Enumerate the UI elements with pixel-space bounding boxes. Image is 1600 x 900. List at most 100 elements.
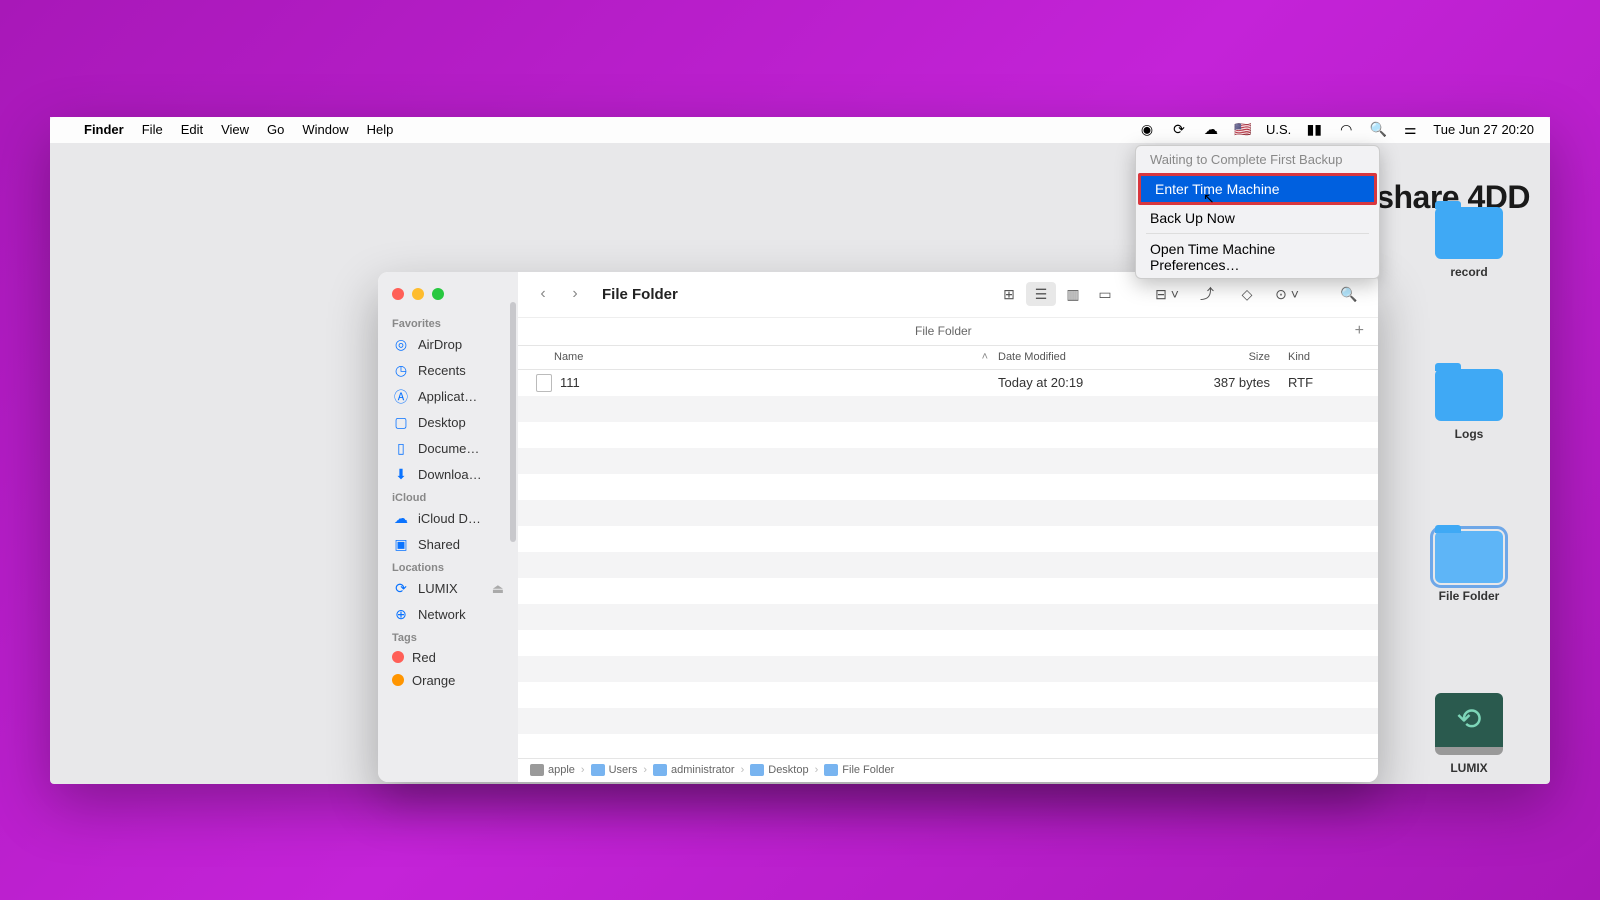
tm-enter-time-machine[interactable]: Enter Time Machine <box>1138 173 1377 205</box>
column-size[interactable]: Size <box>1188 351 1288 363</box>
path-seg-apple[interactable]: apple <box>530 764 575 776</box>
menubar: Finder File Edit View Go Window Help ◉ ⟳… <box>50 117 1550 143</box>
forward-button[interactable]: › <box>564 283 586 305</box>
path-seg-filefolder[interactable]: File Folder <box>824 764 894 776</box>
back-button[interactable]: ‹ <box>532 283 554 305</box>
window-title: File Folder <box>602 286 678 303</box>
sidebar-lumix[interactable]: ⟳LUMIX⏏ <box>378 576 518 602</box>
sidebar-airdrop[interactable]: ◎AirDrop <box>378 332 518 358</box>
control-center-icon[interactable]: ⚌ <box>1401 121 1419 139</box>
shared-icon: ▣ <box>392 536 410 554</box>
group-button[interactable]: ⊟ ˅ <box>1152 282 1182 306</box>
sidebar-network[interactable]: ⊕Network <box>378 602 518 628</box>
tm-status-text: Waiting to Complete First Backup <box>1136 146 1379 173</box>
path-bar: apple › Users › administrator › Desktop … <box>518 758 1378 782</box>
finder-tab-bar: File Folder + <box>518 318 1378 346</box>
time-machine-menubar-icon[interactable]: ⟳ <box>1170 121 1188 139</box>
desktop-folder-record[interactable]: record <box>1424 207 1514 279</box>
tag-dot-icon <box>392 651 404 663</box>
sidebar-icloud-drive[interactable]: ☁iCloud D… <box>378 506 518 532</box>
menu-view[interactable]: View <box>221 122 249 137</box>
sidebar-documents[interactable]: ▯ Docume… <box>378 436 518 462</box>
sidebar-desktop[interactable]: ▢Desktop <box>378 410 518 436</box>
tag-dot-icon <box>392 674 404 686</box>
menu-help[interactable]: Help <box>367 122 394 137</box>
document-icon: ▯ <box>392 440 410 458</box>
input-source-icon[interactable]: 🇺🇸 <box>1234 121 1252 139</box>
icon-view-button[interactable]: ⊞ <box>994 282 1024 306</box>
column-name[interactable]: Name <box>518 351 982 363</box>
desktop-folder-filefolder[interactable]: File Folder <box>1424 531 1514 603</box>
sidebar-label: Applicat… <box>418 389 477 404</box>
path-seg-users[interactable]: Users <box>591 764 638 776</box>
sidebar-label: Downloa… <box>418 467 482 482</box>
share-button[interactable]: ⤴ <box>1192 282 1222 306</box>
desktop-folder-logs[interactable]: Logs <box>1424 369 1514 441</box>
sidebar-downloads[interactable]: ⬇Downloa… <box>378 462 518 488</box>
desktop-label-lumix: LUMIX <box>1450 761 1487 775</box>
folder-icon <box>1435 369 1503 421</box>
eject-icon[interactable]: ⏏ <box>492 581 504 597</box>
menu-window[interactable]: Window <box>302 122 348 137</box>
sidebar-header-locations: Locations <box>378 558 518 576</box>
search-button[interactable]: 🔍 <box>1334 282 1364 306</box>
path-seg-desktop[interactable]: Desktop <box>750 764 808 776</box>
minimize-button[interactable] <box>412 288 424 300</box>
sidebar-tag-orange[interactable]: Orange <box>378 669 518 692</box>
applications-icon: Ⓐ <box>392 388 410 406</box>
action-button[interactable]: ⊙ ˅ <box>1272 282 1302 306</box>
menubar-right: ◉ ⟳ ☁ 🇺🇸 U.S. ▮▮ ◠ 🔍 ⚌ Tue Jun 27 20:20 <box>1138 121 1534 139</box>
list-view-button[interactable]: ☰ <box>1026 282 1056 306</box>
tag-button[interactable]: ◇ <box>1232 282 1262 306</box>
menu-edit[interactable]: Edit <box>181 122 203 137</box>
file-row[interactable]: 111 Today at 20:19 387 bytes RTF <box>518 370 1378 396</box>
menu-app-name[interactable]: Finder <box>84 122 124 137</box>
menubar-left: Finder File Edit View Go Window Help <box>66 122 393 137</box>
path-seg-administrator[interactable]: administrator <box>653 764 735 776</box>
sidebar-label: Orange <box>412 673 455 688</box>
sidebar-label: iCloud D… <box>418 511 481 526</box>
sidebar-recents[interactable]: ◷Recents <box>378 358 518 384</box>
sidebar-tag-red[interactable]: Red <box>378 646 518 669</box>
close-button[interactable] <box>392 288 404 300</box>
sidebar-label: LUMIX <box>418 581 458 596</box>
gallery-view-button[interactable]: ▭ <box>1090 282 1120 306</box>
column-view-button[interactable]: ▥ <box>1058 282 1088 306</box>
folder-icon <box>750 764 764 776</box>
new-tab-button[interactable]: + <box>1355 322 1364 340</box>
battery-icon[interactable]: ▮▮ <box>1305 121 1323 139</box>
sidebar-applications[interactable]: Ⓐ Applicat… <box>378 384 518 410</box>
column-date[interactable]: Date Modified <box>998 351 1188 363</box>
file-icon <box>536 374 552 392</box>
tab-title[interactable]: File Folder <box>915 324 972 338</box>
sidebar-shared[interactable]: ▣Shared <box>378 532 518 558</box>
clock[interactable]: Tue Jun 27 20:20 <box>1433 122 1534 137</box>
wifi-icon[interactable]: ◠ <box>1337 121 1355 139</box>
app-tray-icon[interactable]: ☁ <box>1202 121 1220 139</box>
menu-go[interactable]: Go <box>267 122 284 137</box>
chevron-right-icon: › <box>643 764 647 776</box>
record-indicator-icon[interactable]: ◉ <box>1138 121 1156 139</box>
tm-back-up-now[interactable]: Back Up Now <box>1136 205 1379 231</box>
network-icon: ⊕ <box>392 606 410 624</box>
sidebar-scrollbar[interactable] <box>510 302 516 542</box>
file-date: Today at 20:19 <box>998 375 1188 390</box>
column-kind[interactable]: Kind <box>1288 351 1378 363</box>
sidebar-header-icloud: iCloud <box>378 488 518 506</box>
input-language-label[interactable]: U.S. <box>1266 122 1291 137</box>
sidebar-label: Docume… <box>418 441 479 456</box>
chevron-right-icon: › <box>741 764 745 776</box>
spotlight-icon[interactable]: 🔍 <box>1369 121 1387 139</box>
window-traffic-lights <box>378 280 518 314</box>
desktop-icons: record Logs File Folder ⟲ LUMIX <box>1424 207 1514 775</box>
view-switcher: ⊞ ☰ ▥ ▭ <box>994 282 1120 306</box>
file-kind: RTF <box>1288 375 1378 390</box>
time-machine-dropdown: Waiting to Complete First Backup Enter T… <box>1135 145 1380 279</box>
desktop-drive-lumix[interactable]: ⟲ LUMIX <box>1424 693 1514 775</box>
menu-file[interactable]: File <box>142 122 163 137</box>
folder-icon <box>591 764 605 776</box>
zoom-button[interactable] <box>432 288 444 300</box>
sidebar-label: AirDrop <box>418 337 462 352</box>
tm-open-preferences[interactable]: Open Time Machine Preferences… <box>1136 236 1379 278</box>
sidebar-label: Recents <box>418 363 466 378</box>
